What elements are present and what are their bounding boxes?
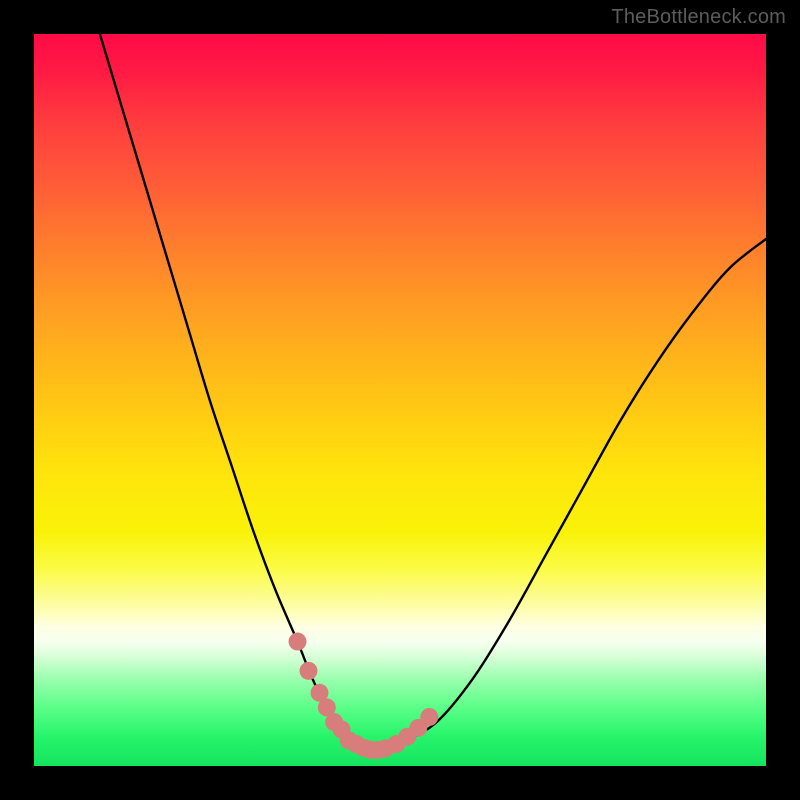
- watermark-text: TheBottleneck.com: [611, 6, 786, 29]
- chart-svg: [34, 34, 766, 766]
- highlight-dot: [420, 708, 438, 726]
- curve-path: [100, 34, 766, 752]
- highlight-dot: [289, 633, 307, 651]
- highlight-dot: [300, 662, 318, 680]
- highlight-dots: [289, 633, 439, 759]
- chart-frame: TheBottleneck.com: [0, 0, 800, 800]
